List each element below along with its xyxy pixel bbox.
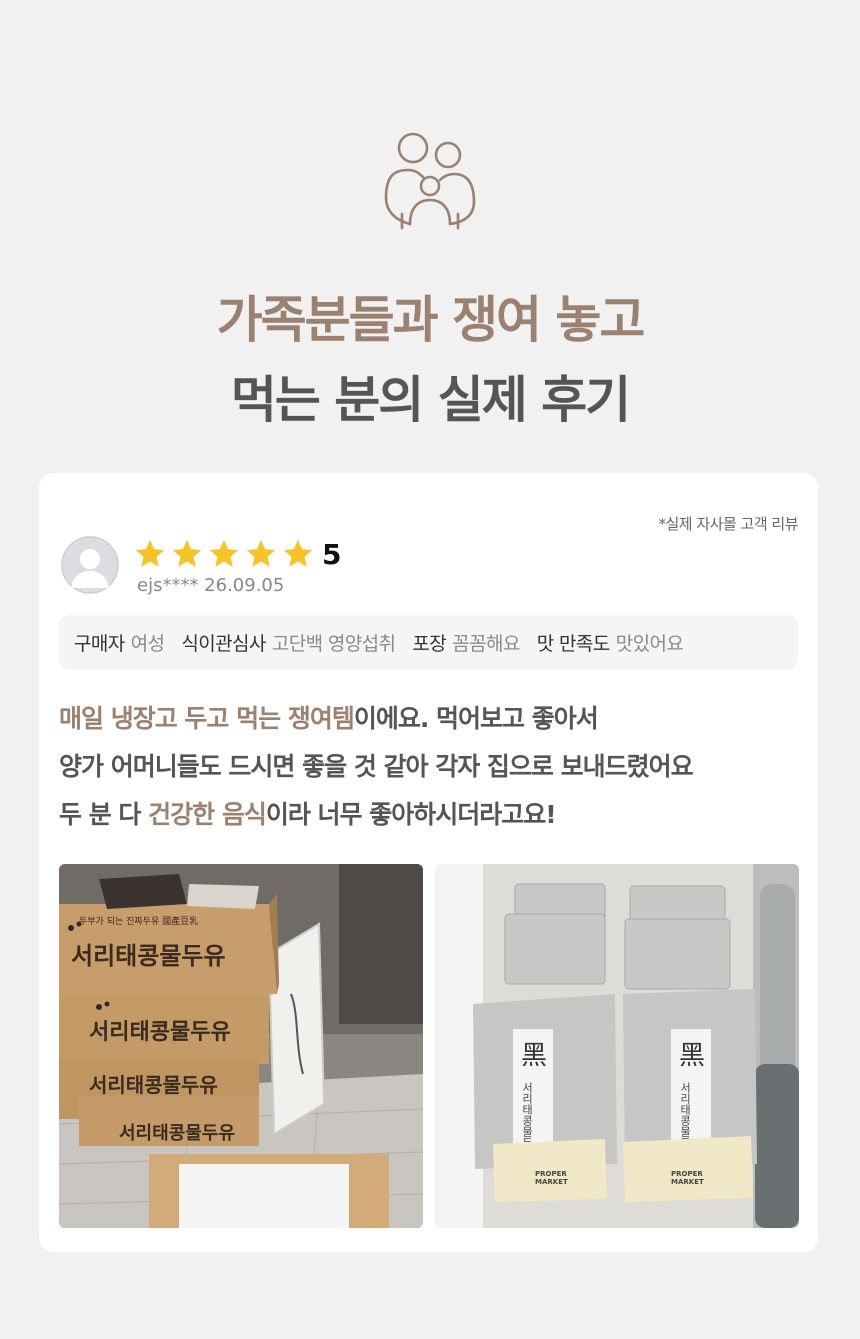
tag-key: 식이관심사 — [181, 633, 266, 655]
review-tags: 구매자 여성 식이관심사 고단백 영양섭취 포장 꼼꼼해요 맛 만족도 맛있어요 — [59, 615, 798, 670]
box-label: 서리태콩물두유 — [71, 942, 226, 970]
review-line-2: 양가 어머니들도 드시면 좋을 것 같아 각자 집으로 보내드렸어요 — [59, 752, 694, 781]
brand-name: PROPER — [535, 1170, 567, 1178]
tag-packaging: 포장 꼼꼼해요 — [412, 629, 520, 656]
review-photo-pouches[interactable]: 黑 黑 서리태콩물두유 서리태콩물두유 PROPER MARKET PROPER… — [435, 864, 799, 1228]
tag-buyer: 구매자 여성 — [74, 629, 165, 656]
star-icon — [283, 539, 313, 567]
tag-taste: 맛 만족도 맛있어요 — [537, 629, 684, 656]
review-card: *실제 자사몰 고객 리뷰 5 ejs**** 26.09.05 구매자 여성 식… — [39, 473, 818, 1252]
brand-name: PROPER — [671, 1170, 703, 1178]
user-silhouette-icon — [61, 536, 119, 594]
page-title-line1: 가족분들과 쟁여 놓고 — [216, 291, 646, 349]
avatar — [61, 536, 119, 594]
tag-value: 꼼꼼해요 — [452, 633, 520, 655]
tag-value: 고단백 영양섭취 — [271, 633, 396, 655]
rating-score: 5 — [322, 537, 342, 571]
review-line-3: 두 분 다 건강한 음식이라 너무 좋아하시더라고요! — [59, 791, 798, 839]
review-highlight: 건강한 음식 — [148, 800, 267, 829]
reviewer-info: ejs**** 26.09.05 — [137, 575, 285, 596]
brand-name: MARKET — [535, 1178, 568, 1186]
tag-diet-interest: 식이관심사 고단백 영양섭취 — [181, 629, 396, 656]
tag-value: 여성 — [130, 633, 165, 655]
box-subtitle: 두부가 되는 진짜두유 國產豆乳 — [79, 915, 198, 927]
box-label: 서리태콩물두유 — [89, 1020, 231, 1045]
pouch-glyph: 黑 — [521, 1041, 547, 1071]
review-photo-boxes[interactable]: 두부가 되는 진짜두유 國產豆乳 서리태콩물두유 서리태콩물두유 서리태콩물두유… — [59, 864, 423, 1228]
box-label: 서리태콩물두유 — [119, 1123, 235, 1144]
page-title-line2: 먹는 분의 실제 후기 — [230, 371, 631, 429]
star-icon — [172, 539, 202, 567]
review-text-part: 두 분 다 — [59, 800, 149, 829]
tag-key: 구매자 — [74, 633, 125, 655]
box-label: 서리태콩물두유 — [89, 1073, 218, 1097]
review-text-part: 이에요. 먹어보고 좋아서 — [353, 704, 599, 733]
tag-value: 맛있어요 — [615, 633, 684, 655]
review-source-note: *실제 자사몰 고객 리뷰 — [658, 515, 798, 533]
family-icon — [384, 132, 476, 230]
star-icon — [135, 539, 165, 567]
star-icon — [246, 539, 276, 567]
review-highlight: 매일 냉장고 두고 먹는 쟁여템 — [59, 704, 355, 733]
star-icon — [209, 539, 239, 567]
review-line-1: 매일 냉장고 두고 먹는 쟁여템이에요. 먹어보고 좋아서 — [59, 695, 798, 743]
star-rating: 5 — [133, 537, 341, 571]
review-text-part: 이라 너무 좋아하시더라고요! — [265, 800, 557, 829]
pouch-glyph: 黑 — [679, 1041, 705, 1071]
tag-key: 맛 만족도 — [536, 633, 611, 655]
review-text: 매일 냉장고 두고 먹는 쟁여템이에요. 먹어보고 좋아서 양가 어머니들도 드… — [59, 695, 798, 839]
tag-key: 포장 — [412, 633, 447, 655]
brand-name: MARKET — [671, 1178, 704, 1186]
